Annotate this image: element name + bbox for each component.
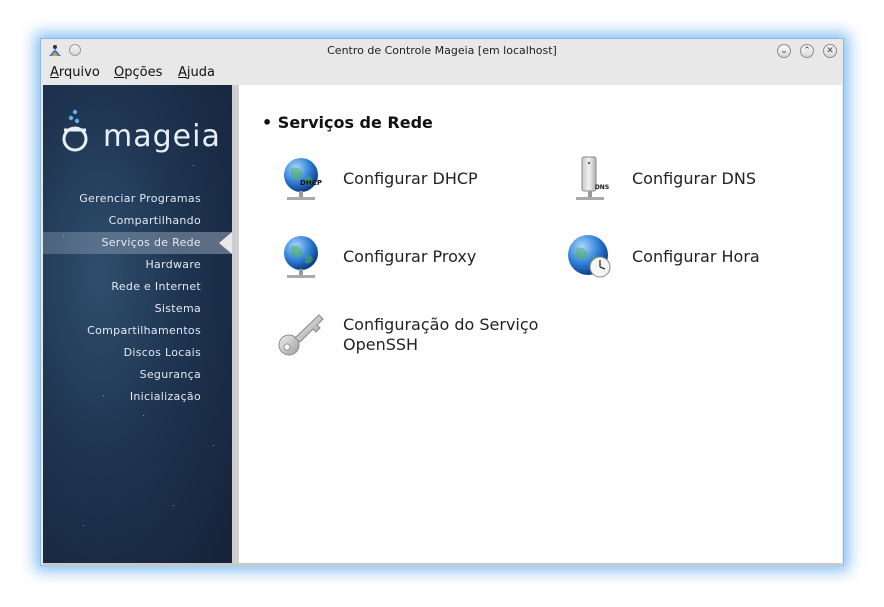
menu-opcoes[interactable]: Opções xyxy=(114,65,162,80)
chevron-up-icon: ⌃ xyxy=(803,46,811,56)
menu-ajuda-label: juda xyxy=(186,65,215,80)
proxy-globe-icon xyxy=(284,236,318,278)
menu-ajuda-mnemonic: A xyxy=(178,65,187,80)
sidebar-item-servicos-de-rede[interactable]: Serviços de Rede xyxy=(43,232,232,254)
menu-opcoes-mnemonic: O xyxy=(114,65,125,80)
mageia-logo: mageia xyxy=(61,107,221,157)
sidebar-item-compartilhando[interactable]: Compartilhando xyxy=(43,210,232,232)
tool-label-line1: Configuração do Serviço xyxy=(343,315,539,334)
dns-server-icon: DNS xyxy=(576,156,609,200)
menu-ajuda[interactable]: Ajuda xyxy=(178,65,215,80)
minimize-button[interactable]: ⌄ xyxy=(777,44,791,58)
close-button[interactable]: ✕ xyxy=(823,44,837,58)
dhcp-globe-icon: DHCP xyxy=(284,158,322,200)
section-title-text: Serviços de Rede xyxy=(277,113,433,132)
content-area: mageia Gerenciar Programas Compartilhand… xyxy=(43,85,842,563)
tool-configurar-openssh[interactable]: Configuração do Serviço OpenSSH xyxy=(277,311,557,367)
tool-label: Configuração do Serviço OpenSSH xyxy=(343,315,538,355)
sidebar: mageia Gerenciar Programas Compartilhand… xyxy=(43,85,232,563)
sidebar-item-discos-locais[interactable]: Discos Locais xyxy=(43,342,232,364)
section-title: • Serviços de Rede xyxy=(262,113,433,132)
maximize-button[interactable]: ⌃ xyxy=(800,44,814,58)
sidebar-item-gerenciar-programas[interactable]: Gerenciar Programas xyxy=(43,188,232,210)
ssh-key-icon xyxy=(278,314,324,356)
menu-opcoes-label: pções xyxy=(124,65,163,80)
sidebar-item-sistema[interactable]: Sistema xyxy=(43,298,232,320)
menu-arquivo-label: rquivo xyxy=(58,65,100,80)
menu-arquivo[interactable]: Arquivo xyxy=(50,65,100,80)
main-panel: • Serviços de Rede DHCP Configurar DHCP xyxy=(239,85,842,563)
tool-label: Configurar Hora xyxy=(632,247,760,266)
time-globe-icon xyxy=(568,235,611,278)
sidebar-item-rede-e-internet[interactable]: Rede e Internet xyxy=(43,276,232,298)
tool-configurar-dns[interactable]: DNS Configurar DNS xyxy=(566,155,846,211)
menu-arquivo-mnemonic: A xyxy=(50,65,59,80)
sidebar-item-seguranca[interactable]: Segurança xyxy=(43,364,232,386)
sidebar-item-compartilhamentos[interactable]: Compartilhamentos xyxy=(43,320,232,342)
close-icon: ✕ xyxy=(826,46,834,56)
sidebar-item-inicializacao[interactable]: Inicialização xyxy=(43,386,232,408)
dhcp-badge: DHCP xyxy=(300,179,322,187)
mageia-cauldron-icon xyxy=(62,109,88,152)
app-window: Centro de Controle Mageia [em localhost]… xyxy=(40,38,844,566)
sidebar-nav: Gerenciar Programas Compartilhando Servi… xyxy=(43,188,232,408)
status-strip xyxy=(43,563,842,566)
tool-label-line2: OpenSSH xyxy=(343,335,419,354)
window-title: Centro de Controle Mageia [em localhost] xyxy=(327,44,557,57)
title-bar[interactable]: Centro de Controle Mageia [em localhost]… xyxy=(41,39,843,63)
sidebar-divider xyxy=(232,85,239,563)
sidebar-item-hardware[interactable]: Hardware xyxy=(43,254,232,276)
tool-configurar-proxy[interactable]: Configurar Proxy xyxy=(277,233,557,289)
tool-label: Configurar Proxy xyxy=(343,247,477,266)
menu-bar: Arquivo Opções Ajuda xyxy=(41,63,843,83)
tool-configurar-dhcp[interactable]: DHCP Configurar DHCP xyxy=(277,155,557,211)
tool-label: Configurar DHCP xyxy=(343,169,478,188)
logo-text: mageia xyxy=(103,119,221,154)
tool-configurar-hora[interactable]: Configurar Hora xyxy=(566,233,846,289)
chevron-down-icon: ⌄ xyxy=(780,46,788,56)
dns-badge: DNS xyxy=(595,184,609,191)
tool-label: Configurar DNS xyxy=(632,169,756,188)
